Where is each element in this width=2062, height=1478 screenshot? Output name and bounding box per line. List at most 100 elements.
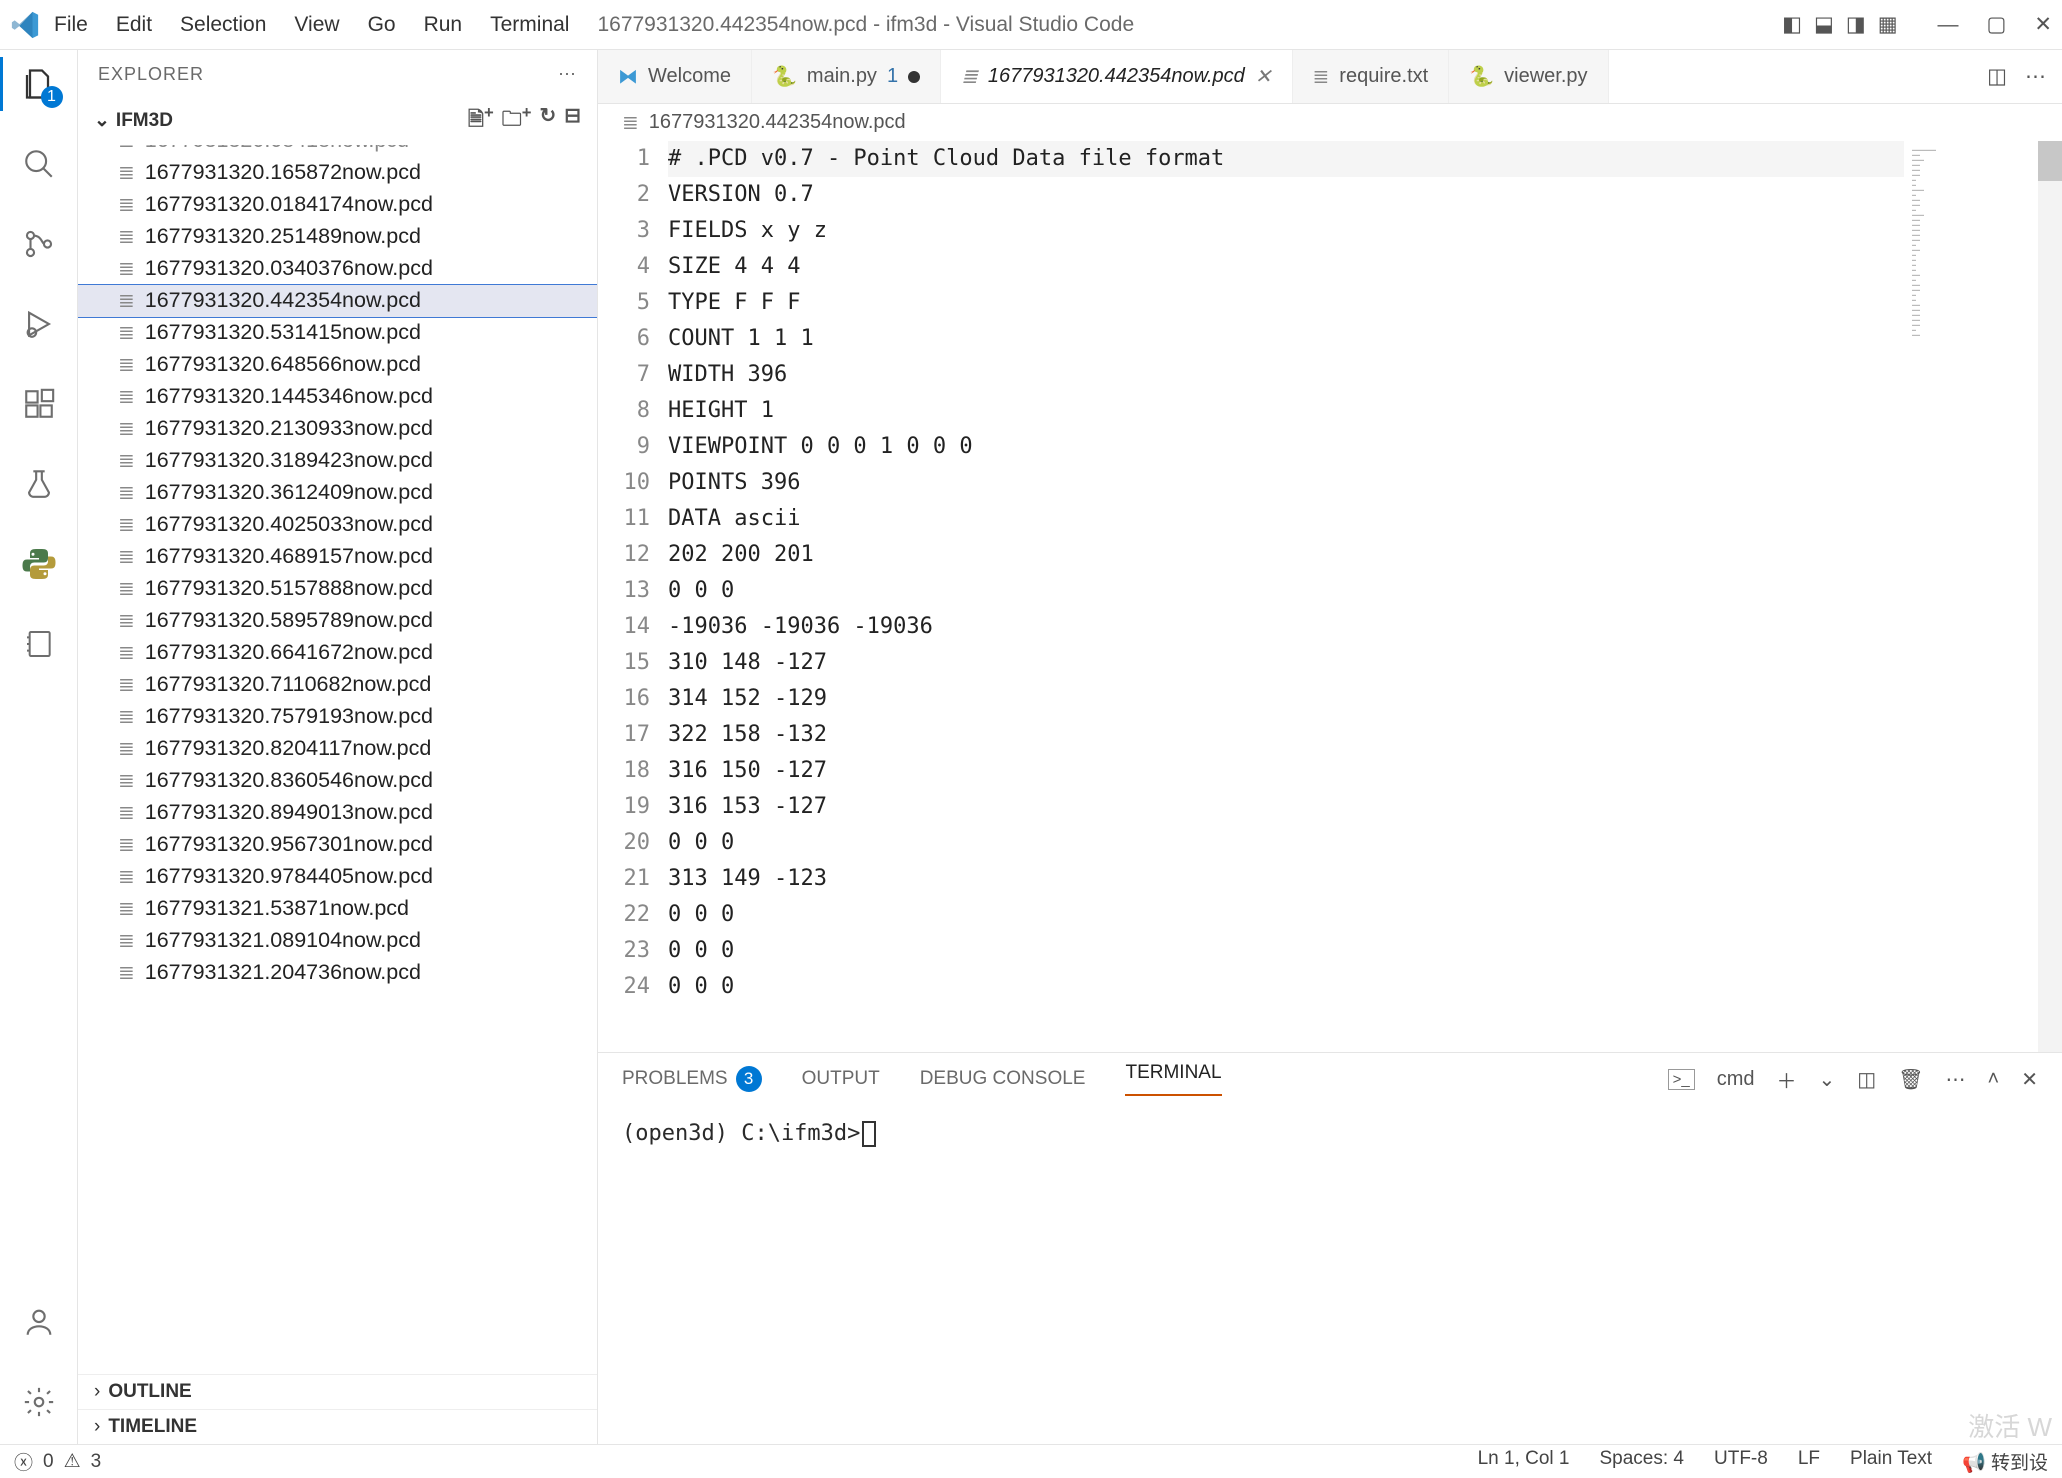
status-line-col[interactable]: Ln 1, Col 1 <box>1478 1448 1570 1475</box>
status-warnings-icon[interactable]: ⚠ <box>64 1450 81 1473</box>
split-editor-icon[interactable]: ◫ <box>1987 64 2007 89</box>
file-tree-item[interactable]: ≣1677931321.53871now.pcd <box>78 893 597 925</box>
file-tree-item[interactable]: ≣1677931320.531415now.pcd <box>78 317 597 349</box>
layout-grid-icon[interactable]: ▦ <box>1878 12 1898 37</box>
run-debug-icon[interactable] <box>17 302 61 346</box>
file-tree-item[interactable]: ≣1677931320.7110682now.pcd <box>78 669 597 701</box>
file-tree-item[interactable]: ≣1677931320.3612409now.pcd <box>78 477 597 509</box>
file-tree-item[interactable]: ≣1677931320.5895789now.pcd <box>78 605 597 637</box>
breadcrumb-label: 1677931320.442354now.pcd <box>649 111 906 134</box>
file-tree-item[interactable]: ≣1677931320.9784405now.pcd <box>78 861 597 893</box>
kill-terminal-icon[interactable]: 🗑 <box>1898 1067 1923 1092</box>
status-spaces[interactable]: Spaces: 4 <box>1600 1448 1685 1475</box>
file-tree[interactable]: ≣1677931320.08418now.pcd≣1677931320.1658… <box>78 145 597 1374</box>
maximize-button[interactable]: ▢ <box>1987 12 2007 37</box>
menu-go[interactable]: Go <box>368 13 396 37</box>
file-tree-item[interactable]: ≣1677931320.251489now.pcd <box>78 221 597 253</box>
close-button[interactable]: ✕ <box>2034 12 2052 37</box>
more-actions-icon[interactable]: ⋯ <box>2025 64 2046 89</box>
status-encoding[interactable]: UTF-8 <box>1714 1448 1768 1475</box>
panel-maximize-icon[interactable]: ˄ <box>1988 1068 2000 1091</box>
menu-terminal[interactable]: Terminal <box>490 13 569 37</box>
new-terminal-icon[interactable]: ＋ <box>1776 1065 1796 1094</box>
window-title: 1677931320.442354now.pcd - ifm3d - Visua… <box>569 13 1782 37</box>
status-eol[interactable]: LF <box>1798 1448 1820 1475</box>
explorer-sidebar: EXPLORER ⋯ ⌄IFM3D 🗎+ 🗀+ ↻ ⊟ ≣1677931320.… <box>78 50 598 1444</box>
file-tree-item[interactable]: ≣1677931320.442354now.pcd <box>78 285 597 317</box>
file-tree-item[interactable]: ≣1677931320.2130933now.pcd <box>78 413 597 445</box>
file-tree-item[interactable]: ≣1677931320.7579193now.pcd <box>78 701 597 733</box>
panel-tab-debug[interactable]: DEBUG CONSOLE <box>920 1068 1086 1090</box>
new-folder-icon[interactable]: 🗀+ <box>502 103 532 139</box>
menu-file[interactable]: File <box>54 13 88 37</box>
tab-require-txt[interactable]: ≣ require.txt <box>1293 50 1450 103</box>
code-content[interactable]: # .PCD v0.7 - Point Cloud Data file form… <box>668 141 1908 1052</box>
terminal-dropdown-icon[interactable]: ⌄ <box>1818 1067 1835 1092</box>
bottom-panel: PROBLEMS3 OUTPUT DEBUG CONSOLE TERMINAL … <box>598 1052 2062 1444</box>
notebook-icon[interactable] <box>17 622 61 666</box>
file-tree-item[interactable]: ≣1677931320.165872now.pcd <box>78 157 597 189</box>
accounts-icon[interactable] <box>17 1300 61 1344</box>
folder-name: IFM3D <box>116 110 173 131</box>
explorer-icon[interactable]: 1 <box>17 62 61 106</box>
collapse-all-icon[interactable]: ⊟ <box>564 103 581 139</box>
file-tree-item[interactable]: ≣1677931320.8949013now.pcd <box>78 797 597 829</box>
source-control-icon[interactable] <box>17 222 61 266</box>
minimap[interactable]: ▬▬▬▬▬▬▬▬▬▬▬▬▬▬▬▬▬▬▬▬▬▬▬▬▬▬▬▬▬▬▬▬▬▬▬▬▬▬▬▬… <box>1908 141 2038 1052</box>
file-tree-item[interactable]: ≣1677931320.0184174now.pcd <box>78 189 597 221</box>
refresh-icon[interactable]: ↻ <box>539 103 556 139</box>
status-feedback-icon[interactable]: 📢 转到设 <box>1962 1448 2048 1475</box>
file-tree-item[interactable]: ≣1677931320.1445346now.pcd <box>78 381 597 413</box>
panel-close-icon[interactable]: ✕ <box>2021 1067 2038 1092</box>
panel-tab-output[interactable]: OUTPUT <box>802 1068 880 1090</box>
tab-welcome[interactable]: ⧓ Welcome <box>598 50 752 103</box>
status-language[interactable]: Plain Text <box>1850 1448 1932 1475</box>
folder-header[interactable]: ⌄IFM3D 🗎+ 🗀+ ↻ ⊟ <box>78 99 597 143</box>
layout-panel-icon[interactable]: ⬓ <box>1814 12 1834 37</box>
tab-main-py[interactable]: 🐍 main.py 1 <box>752 50 941 103</box>
file-tree-item[interactable]: ≣1677931321.089104now.pcd <box>78 925 597 957</box>
terminal-shell-label[interactable]: cmd <box>1717 1068 1755 1091</box>
search-icon[interactable] <box>17 142 61 186</box>
file-tree-item[interactable]: ≣1677931320.3189423now.pcd <box>78 445 597 477</box>
extensions-icon[interactable] <box>17 382 61 426</box>
file-tree-item[interactable]: ≣1677931320.5157888now.pcd <box>78 573 597 605</box>
file-tree-item[interactable]: ≣1677931320.8204117now.pcd <box>78 733 597 765</box>
breadcrumb[interactable]: ≣ 1677931320.442354now.pcd <box>598 104 2062 141</box>
file-tree-item[interactable]: ≣1677931320.08418now.pcd <box>78 145 597 157</box>
timeline-panel[interactable]: ›TIMELINE <box>78 1409 597 1444</box>
file-tree-item[interactable]: ≣1677931320.0340376now.pcd <box>78 253 597 285</box>
panel-tab-problems[interactable]: PROBLEMS3 <box>622 1066 762 1092</box>
status-errors-icon[interactable]: ⓧ <box>14 1448 33 1475</box>
panel-tab-terminal[interactable]: TERMINAL <box>1125 1062 1221 1096</box>
file-tree-item[interactable]: ≣1677931320.4025033now.pcd <box>78 509 597 541</box>
menu-view[interactable]: View <box>294 13 339 37</box>
terminal-shell-icon[interactable]: >_ <box>1668 1069 1695 1090</box>
explorer-more-icon[interactable]: ⋯ <box>558 64 577 85</box>
split-terminal-icon[interactable]: ◫ <box>1857 1067 1876 1092</box>
panel-more-icon[interactable]: ⋯ <box>1946 1067 1966 1092</box>
layout-sidebar-right-icon[interactable]: ◨ <box>1846 12 1866 37</box>
file-tree-item[interactable]: ≣1677931320.8360546now.pcd <box>78 765 597 797</box>
file-tree-item[interactable]: ≣1677931320.6641672now.pcd <box>78 637 597 669</box>
menu-selection[interactable]: Selection <box>180 13 266 37</box>
file-tree-item[interactable]: ≣1677931320.9567301now.pcd <box>78 829 597 861</box>
python-env-icon[interactable] <box>17 542 61 586</box>
editor-scrollbar[interactable] <box>2038 141 2062 1052</box>
tab-pcd-file[interactable]: ≣ 1677931320.442354now.pcd ✕ <box>941 50 1292 103</box>
outline-panel[interactable]: ›OUTLINE <box>78 1374 597 1409</box>
settings-gear-icon[interactable] <box>17 1380 61 1424</box>
terminal-content[interactable]: (open3d) C:\ifm3d> <box>598 1105 2062 1444</box>
layout-sidebar-left-icon[interactable]: ◧ <box>1782 12 1802 37</box>
minimize-button[interactable]: — <box>1938 13 1959 37</box>
menu-run[interactable]: Run <box>424 13 463 37</box>
tab-viewer-py[interactable]: 🐍 viewer.py <box>1449 50 1608 103</box>
new-file-icon[interactable]: 🗎+ <box>468 103 494 139</box>
file-tree-item[interactable]: ≣1677931320.4689157now.pcd <box>78 541 597 573</box>
file-tree-item[interactable]: ≣1677931320.648566now.pcd <box>78 349 597 381</box>
menu-edit[interactable]: Edit <box>116 13 152 37</box>
testing-icon[interactable] <box>17 462 61 506</box>
close-tab-icon[interactable]: ✕ <box>1255 64 1272 89</box>
file-tree-item[interactable]: ≣1677931321.204736now.pcd <box>78 957 597 989</box>
file-icon: ≣ <box>118 832 135 857</box>
